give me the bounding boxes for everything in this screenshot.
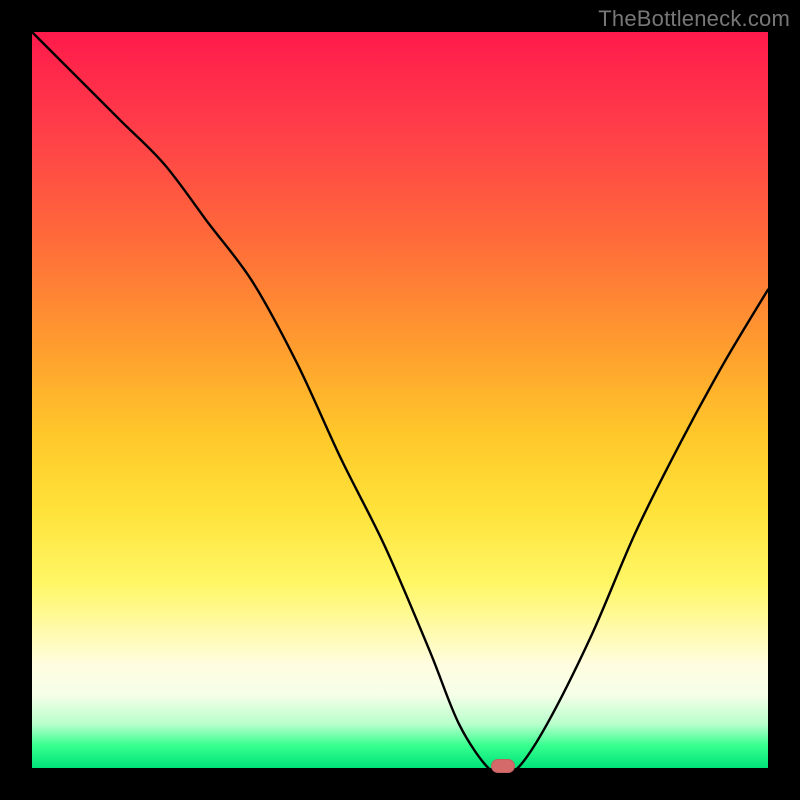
plot-area xyxy=(32,32,768,768)
bottleneck-curve xyxy=(32,32,768,768)
optimal-marker xyxy=(491,759,515,773)
chart-frame: TheBottleneck.com xyxy=(0,0,800,800)
watermark-text: TheBottleneck.com xyxy=(598,6,790,32)
